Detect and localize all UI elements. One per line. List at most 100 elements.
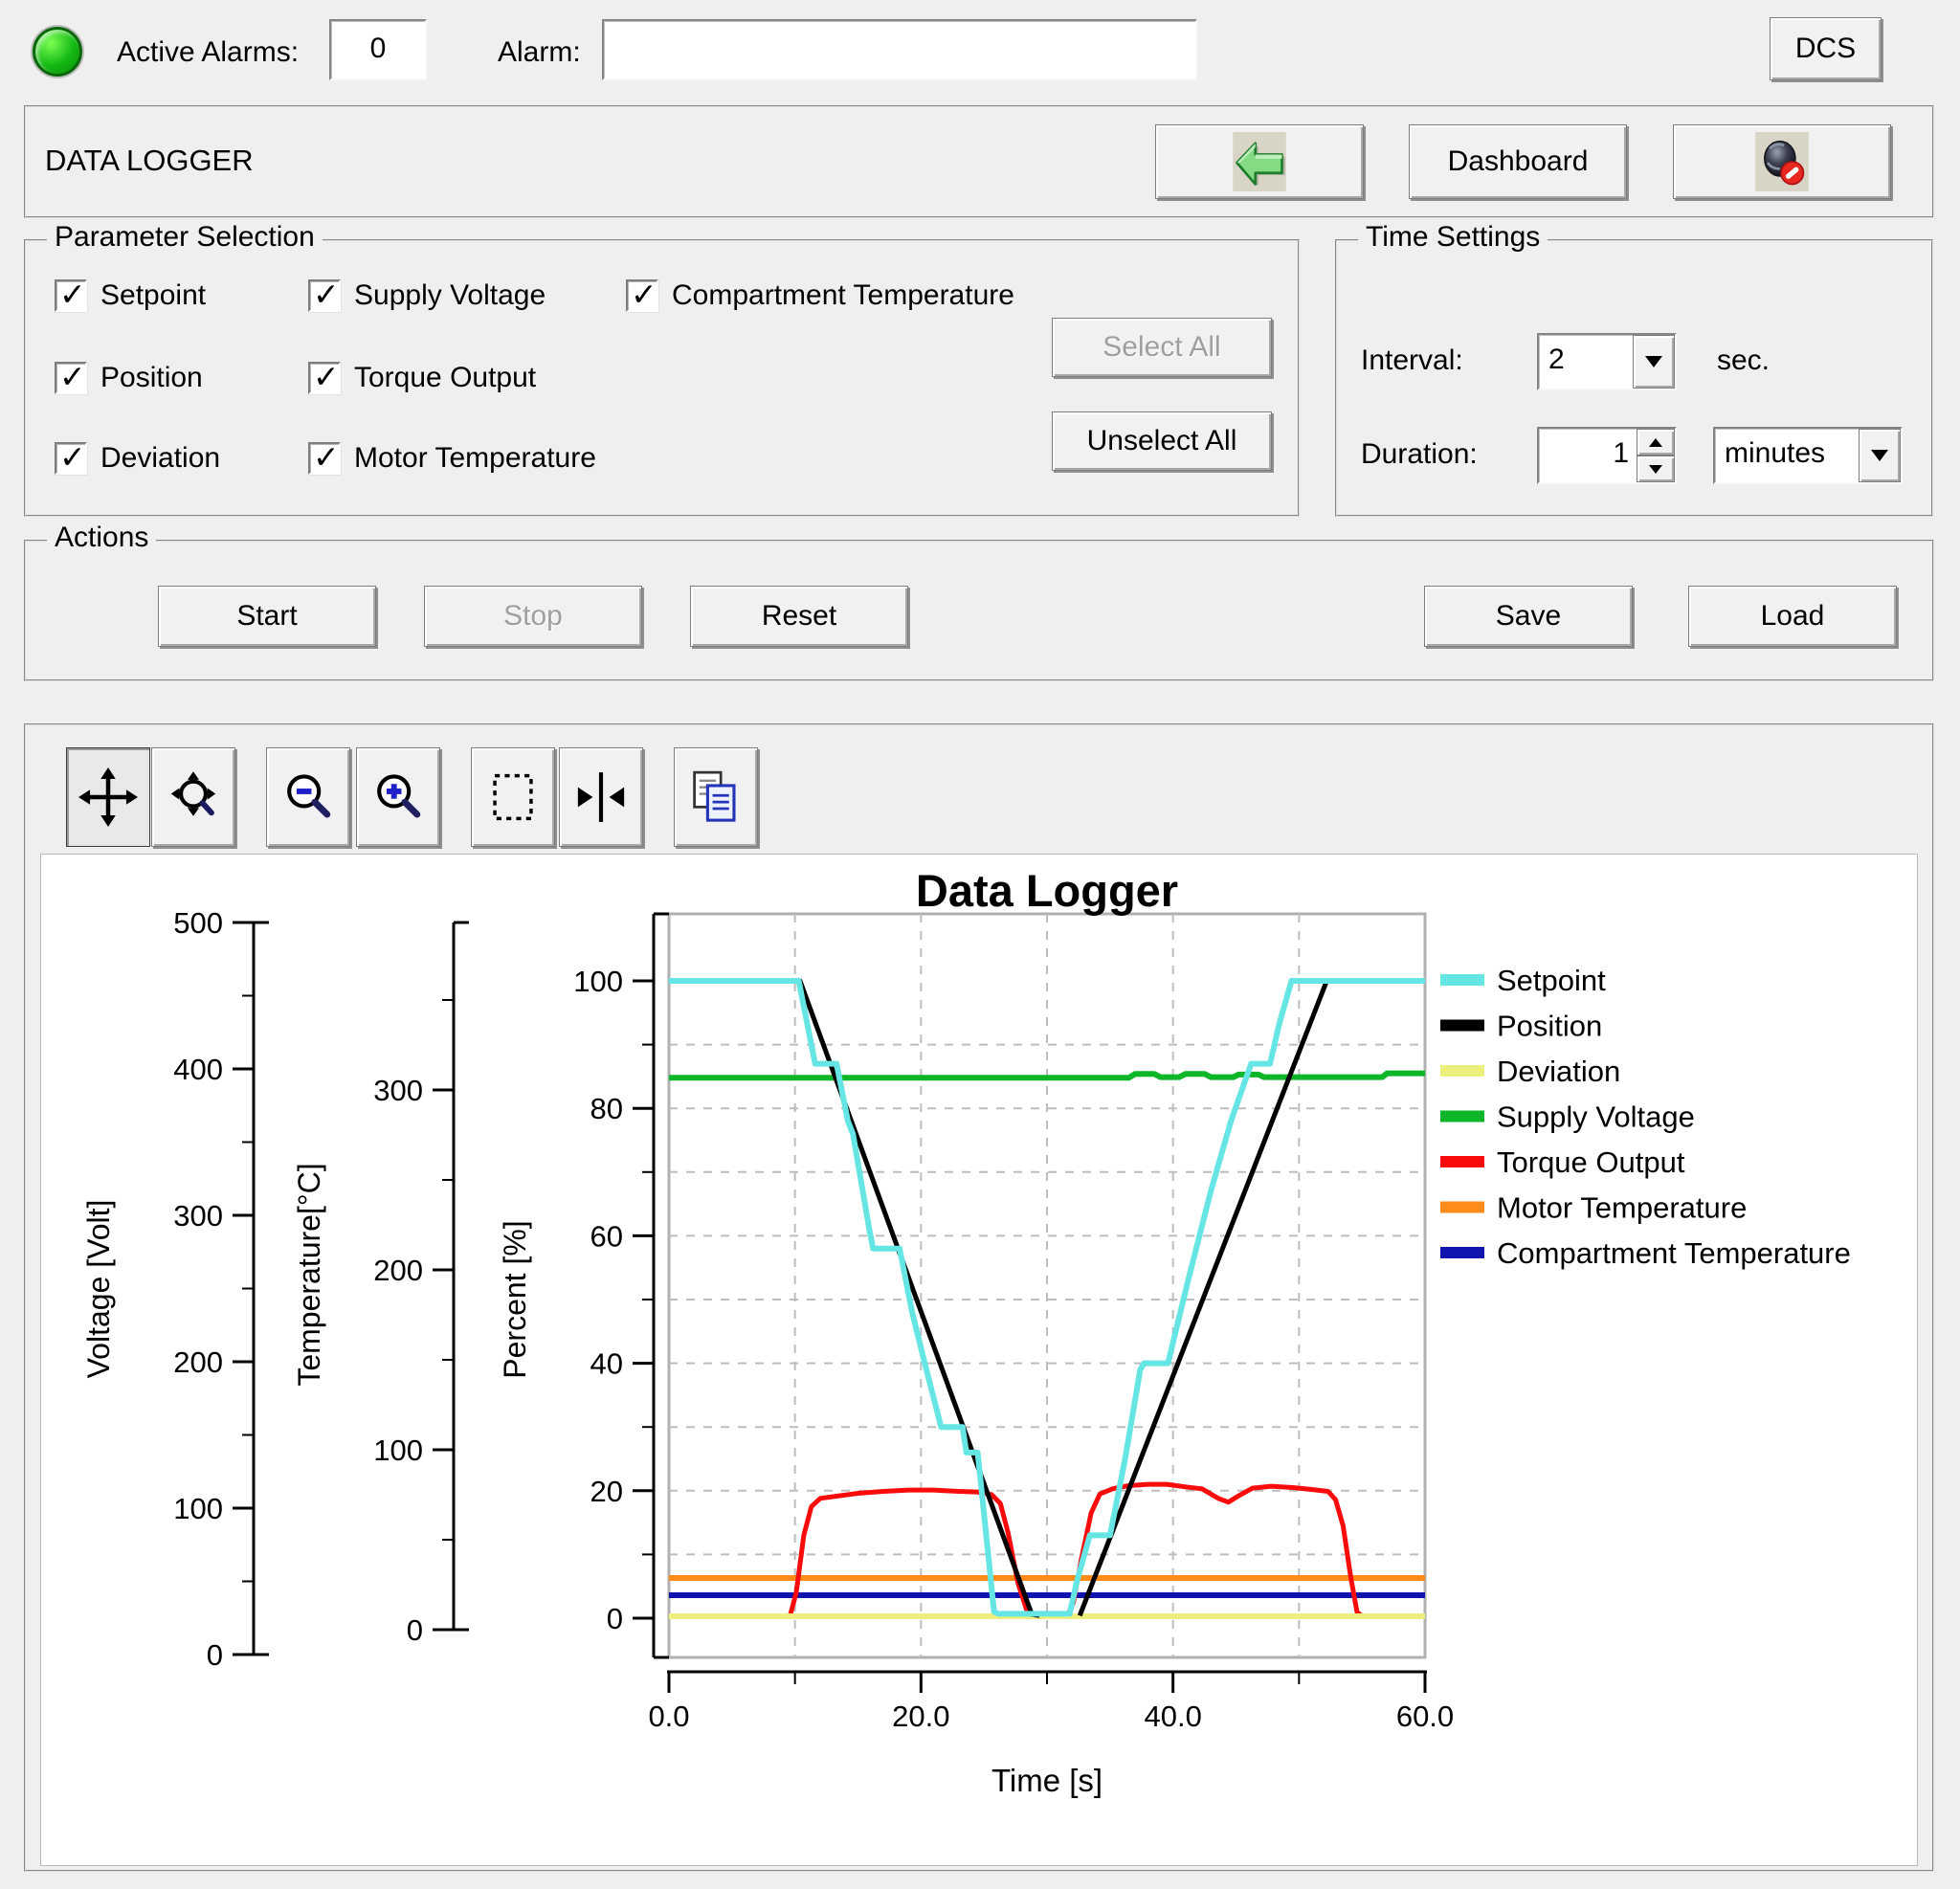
disconnect-icon: [1748, 132, 1815, 191]
active-alarms-count: 0: [329, 19, 427, 80]
svg-text:Percent [%]: Percent [%]: [498, 1220, 532, 1378]
zoom-dynamic-tool-button[interactable]: [151, 747, 235, 847]
svg-text:40.0: 40.0: [1144, 1700, 1201, 1733]
zoom-out-icon: [278, 767, 338, 827]
svg-text:100: 100: [373, 1433, 423, 1467]
interval-dropdown-icon[interactable]: [1633, 335, 1675, 389]
dashboard-button[interactable]: Dashboard: [1409, 124, 1627, 199]
duration-unit-value: minutes: [1715, 429, 1859, 482]
legend-swatch-motor-temperature: [1440, 1202, 1484, 1213]
parameter-selection-group: Parameter Selection Setpoint Position De…: [24, 239, 1300, 517]
svg-text:Temperature[°C]: Temperature[°C]: [292, 1163, 326, 1386]
duration-label: Duration:: [1361, 438, 1478, 471]
legend-label: Setpoint: [1497, 964, 1606, 997]
checkbox-setpoint[interactable]: [55, 279, 87, 312]
zoom-in-tool-button[interactable]: [356, 747, 440, 847]
x-axis: 0.0 20.0 40.0 60.0 Time [s]: [648, 1672, 1454, 1798]
page-title: DATA LOGGER: [45, 144, 254, 178]
zoom-box-tool-button[interactable]: [471, 747, 555, 847]
interval-label: Interval:: [1361, 344, 1463, 377]
legend-swatch-setpoint: [1440, 974, 1484, 986]
fit-width-tool-button[interactable]: [559, 747, 643, 847]
svg-text:400: 400: [173, 1053, 223, 1086]
legend-swatch-supply-voltage: [1440, 1111, 1484, 1122]
legend-swatch-compartment-temperature: [1440, 1247, 1484, 1258]
checkbox-motor-temperature-label: Motor Temperature: [354, 442, 596, 475]
duration-unit-select[interactable]: minutes: [1713, 427, 1903, 484]
legend-label: Supply Voltage: [1497, 1100, 1695, 1134]
chart-title: Data Logger: [916, 865, 1178, 916]
legend-swatch-position: [1440, 1020, 1484, 1032]
time-settings-title: Time Settings: [1358, 221, 1548, 254]
svg-text:0: 0: [207, 1638, 223, 1672]
checkbox-setpoint-label: Setpoint: [100, 279, 206, 312]
load-button[interactable]: Load: [1688, 586, 1897, 647]
svg-text:60.0: 60.0: [1396, 1700, 1454, 1733]
legend-label: Compartment Temperature: [1497, 1236, 1851, 1270]
dcs-button[interactable]: DCS: [1770, 17, 1882, 80]
svg-text:100: 100: [173, 1492, 223, 1525]
y-axis-voltage: 0100200300400500Voltage [Volt]: [81, 906, 269, 1672]
unselect-all-button[interactable]: Unselect All: [1052, 411, 1272, 471]
zoom-out-tool-button[interactable]: [266, 747, 350, 847]
y-axis-temperature: 0 100 200 300 Temperature[°C]: [292, 922, 469, 1647]
zoom-in-icon: [368, 767, 428, 827]
checkbox-supply-voltage-label: Supply Voltage: [354, 279, 546, 312]
legend-swatch-deviation: [1440, 1065, 1484, 1077]
checkbox-compartment-temperature[interactable]: [626, 279, 658, 312]
legend-label: Position: [1497, 1010, 1602, 1043]
data-logger-window: Active Alarms: 0 Alarm: DCS DATA LOGGER …: [0, 0, 1960, 1889]
duration-spin-down-icon[interactable]: [1637, 456, 1675, 482]
svg-text:0: 0: [407, 1613, 423, 1647]
svg-text:60: 60: [590, 1219, 623, 1253]
pan-icon: [78, 767, 138, 827]
svg-text:300: 300: [373, 1074, 423, 1107]
header-bar: DATA LOGGER Dashboard: [24, 105, 1934, 218]
svg-text:300: 300: [173, 1199, 223, 1233]
pan-tool-button[interactable]: [66, 747, 150, 847]
checkbox-supply-voltage[interactable]: [308, 279, 341, 312]
checkbox-position[interactable]: [55, 362, 87, 394]
checkbox-position-label: Position: [100, 362, 203, 394]
legend-label: Deviation: [1497, 1055, 1620, 1088]
duration-unit-dropdown-icon[interactable]: [1859, 429, 1901, 482]
checkbox-deviation-label: Deviation: [100, 442, 220, 475]
svg-text:Voltage [Volt]: Voltage [Volt]: [81, 1200, 116, 1379]
parameter-selection-title: Parameter Selection: [47, 221, 323, 254]
duration-spin-up-icon[interactable]: [1637, 429, 1675, 456]
svg-text:0: 0: [607, 1602, 623, 1635]
time-settings-group: Time Settings Interval: 2 sec. Duration:…: [1335, 239, 1933, 517]
x-axis-title: Time [s]: [991, 1763, 1102, 1798]
svg-text:200: 200: [373, 1254, 423, 1287]
duration-stepper[interactable]: 1: [1537, 427, 1677, 484]
checkbox-compartment-temperature-label: Compartment Temperature: [672, 279, 1014, 312]
interval-select[interactable]: 2: [1537, 333, 1677, 390]
stop-button[interactable]: Stop: [424, 586, 642, 647]
legend-label: Torque Output: [1497, 1145, 1685, 1179]
copy-tool-button[interactable]: [674, 747, 758, 847]
y-axis-percent: 020406080100Percent [%]: [498, 914, 669, 1657]
active-alarms-value: 0: [331, 21, 425, 65]
start-button[interactable]: Start: [158, 586, 376, 647]
status-ok-icon: [33, 27, 82, 77]
actions-title: Actions: [47, 522, 156, 554]
fit-width-icon: [571, 767, 631, 827]
disconnect-button[interactable]: [1673, 124, 1891, 199]
save-button[interactable]: Save: [1424, 586, 1633, 647]
checkbox-motor-temperature[interactable]: [308, 442, 341, 475]
data-logger-chart[interactable]: 0100200300400500Voltage [Volt]0100200300…: [40, 854, 1916, 1864]
legend-swatch-torque-output: [1440, 1156, 1484, 1167]
back-button[interactable]: [1155, 124, 1364, 199]
checkbox-torque-output[interactable]: [308, 362, 341, 394]
chart-legend: Setpoint Position Deviation Supply Voltage T…: [1440, 964, 1851, 1270]
alarm-message-field: [602, 19, 1197, 80]
checkbox-deviation[interactable]: [55, 442, 87, 475]
alarm-message-value: [604, 21, 1195, 33]
svg-text:100: 100: [573, 965, 623, 998]
select-all-button[interactable]: Select All: [1052, 318, 1272, 377]
svg-text:0.0: 0.0: [648, 1700, 689, 1733]
svg-text:40: 40: [590, 1347, 623, 1381]
svg-text:20.0: 20.0: [892, 1700, 949, 1733]
reset-button[interactable]: Reset: [690, 586, 908, 647]
alarm-label: Alarm:: [498, 36, 581, 69]
